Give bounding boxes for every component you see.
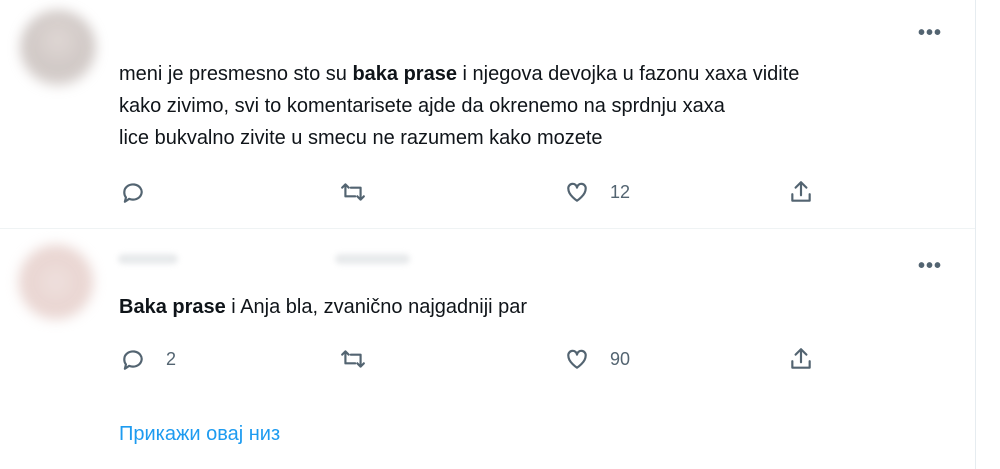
reply-count: 2 — [166, 348, 177, 369]
tweet-2[interactable]: ••• Baka prase i Anja bla, zvanično najg… — [0, 229, 975, 407]
more-icon[interactable]: ••• — [918, 23, 942, 43]
handle-blurred[interactable] — [335, 254, 410, 264]
heart-icon — [567, 182, 587, 202]
heart-icon — [567, 349, 587, 369]
tweet-text-pre: meni je presmesno sto su — [119, 63, 353, 85]
tweet-actions: 12 — [0, 172, 975, 212]
retweet-icon — [341, 183, 365, 201]
share-icon — [791, 181, 811, 202]
mention-name[interactable]: Baka prase — [119, 296, 226, 318]
show-thread-link[interactable]: Прикажи овај низ — [119, 423, 280, 446]
tweet-text-line2: kako zivimo, svi to komentarisete ajde d… — [119, 95, 725, 117]
like-button[interactable]: 90 — [564, 339, 630, 379]
tweet-text-line3: lice bukvalno zivite u smecu ne razumem … — [119, 127, 603, 149]
reply-button[interactable] — [120, 172, 166, 212]
tweet-text: meni je presmesno sto su baka prase i nj… — [119, 58, 799, 154]
share-button[interactable] — [788, 172, 814, 212]
tweet-1[interactable]: ••• meni je presmesno sto su baka prase … — [0, 0, 975, 229]
like-count: 12 — [610, 181, 631, 202]
retweet-icon — [341, 350, 365, 368]
avatar[interactable] — [18, 244, 94, 320]
reply-button[interactable]: 2 — [120, 339, 176, 379]
tweet-text: Baka prase i Anja bla, zvanično najgadni… — [119, 291, 527, 323]
reply-icon — [123, 183, 143, 203]
username-blurred[interactable] — [118, 254, 178, 264]
tweet-text-body: i Anja bla, zvanično najgadniji par — [225, 296, 528, 318]
tweet-actions: 2 90 — [0, 339, 975, 379]
retweet-button[interactable] — [340, 172, 386, 212]
retweet-button[interactable] — [340, 339, 386, 379]
mention-name[interactable]: baka prase — [352, 63, 457, 85]
tweet-text-line1: i njegova devojka u fazonu xaxa vidite — [456, 63, 800, 85]
share-icon — [791, 348, 811, 369]
avatar[interactable] — [20, 10, 96, 86]
more-icon[interactable]: ••• — [918, 256, 942, 276]
like-count: 90 — [610, 348, 631, 369]
reply-icon — [123, 350, 143, 370]
share-button[interactable] — [788, 339, 814, 379]
like-button[interactable]: 12 — [564, 172, 630, 212]
timeline-panel: ••• meni je presmesno sto su baka prase … — [0, 0, 976, 469]
